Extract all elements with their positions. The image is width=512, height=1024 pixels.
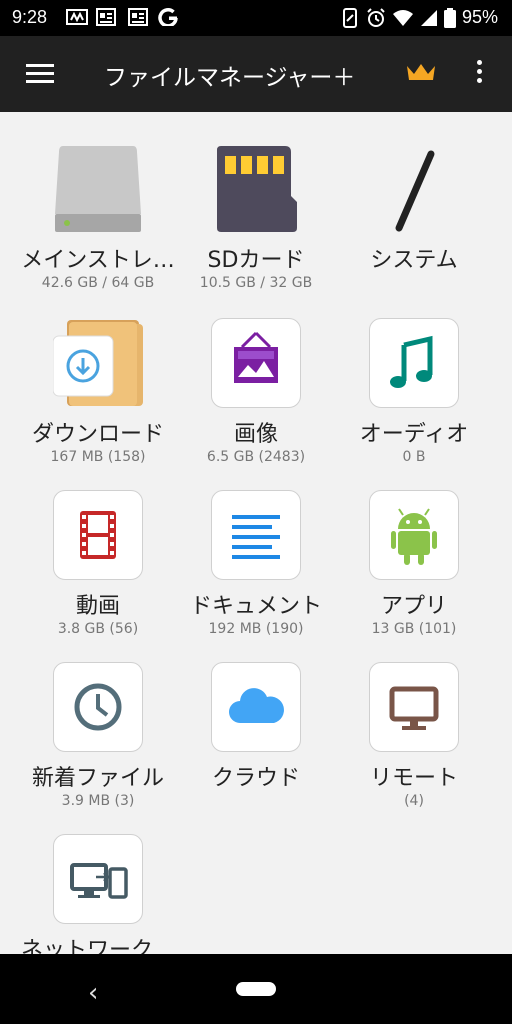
android-icon xyxy=(391,508,437,565)
tile-label: システム xyxy=(370,248,458,273)
cloud-icon-box xyxy=(211,662,301,752)
status-time: 9:28 xyxy=(12,7,48,27)
tile-subtext: 6.5 GB (2483) xyxy=(206,449,306,465)
tile-label: ダウンロード xyxy=(31,422,164,447)
image-icon xyxy=(234,331,278,383)
tile-label: アプリ xyxy=(380,594,447,619)
battery-icon xyxy=(443,7,456,28)
tile-subtext: (4) xyxy=(404,793,424,809)
tile-subtext: 192 MB (190) xyxy=(208,621,304,637)
tile-label: オーディオ xyxy=(359,422,469,447)
image-icon-box xyxy=(211,318,301,408)
tile-label: ネットワーク… xyxy=(20,938,175,954)
category-grid: メインストレ… 42.6 GB / 64 GB SDカード 10.5 GB / … xyxy=(0,112,512,954)
tile-subtext: 3.9 MB (3) xyxy=(61,793,135,809)
tile-subtext: 13 GB (101) xyxy=(371,621,457,637)
status-bar: 9:28 95% xyxy=(0,0,512,36)
apps-icon-box xyxy=(369,490,459,580)
tile-label: クラウド xyxy=(211,766,300,791)
slash-icon xyxy=(395,150,435,232)
nfc-icon xyxy=(342,7,357,28)
home-pill[interactable] xyxy=(236,982,276,996)
back-icon[interactable]: ‹ xyxy=(88,978,98,1008)
film-icon xyxy=(80,511,116,559)
menu-icon[interactable] xyxy=(26,64,54,84)
clock-icon xyxy=(74,683,122,731)
tile-label: メインストレ… xyxy=(21,248,175,273)
battery-percent: 95% xyxy=(461,7,498,27)
news-app-icon xyxy=(66,9,88,25)
tile-label: リモート xyxy=(369,766,458,791)
more-options-icon[interactable] xyxy=(474,60,484,88)
sd-card-icon xyxy=(217,146,297,232)
tile-label: SDカード xyxy=(207,248,305,273)
google-icon xyxy=(158,8,178,26)
app-title: ファイルマネージャー＋ xyxy=(104,65,356,91)
alarm-icon xyxy=(367,7,385,27)
newspaper-icon-2 xyxy=(128,8,148,26)
hard-drive-icon xyxy=(55,146,141,232)
tile-label: 新着ファイル xyxy=(31,766,164,791)
music-note-icon xyxy=(390,335,433,388)
remote-icon-box xyxy=(369,662,459,752)
tile-label: 動画 xyxy=(75,594,120,619)
app-bar: ファイルマネージャー＋ xyxy=(0,36,512,112)
network-icon-box xyxy=(53,834,143,924)
tile-label: ドキュメント xyxy=(189,594,322,619)
tile-subtext: 167 MB (158) xyxy=(50,449,146,465)
tile-subtext: 42.6 GB / 64 GB xyxy=(41,275,155,291)
video-icon-box xyxy=(53,490,143,580)
audio-icon-box xyxy=(369,318,459,408)
crown-icon[interactable] xyxy=(405,62,437,84)
network-devices-icon xyxy=(70,863,128,899)
document-icon-box xyxy=(211,490,301,580)
recent-icon-box xyxy=(53,662,143,752)
download-folder-icon xyxy=(53,320,143,406)
navigation-bar: ‹ xyxy=(0,954,512,1024)
tile-subtext: 10.5 GB / 32 GB xyxy=(199,275,313,291)
newspaper-icon xyxy=(96,8,116,26)
wifi-icon xyxy=(392,9,413,26)
document-lines-icon xyxy=(232,515,280,559)
tile-subtext: 0 B xyxy=(402,449,426,465)
cloud-icon xyxy=(229,688,284,723)
tile-subtext: 3.8 GB (56) xyxy=(57,621,139,637)
tile-label: 画像 xyxy=(233,422,278,447)
monitor-icon xyxy=(389,686,439,730)
status-right: 95% xyxy=(340,7,498,28)
signal-icon xyxy=(420,9,437,26)
